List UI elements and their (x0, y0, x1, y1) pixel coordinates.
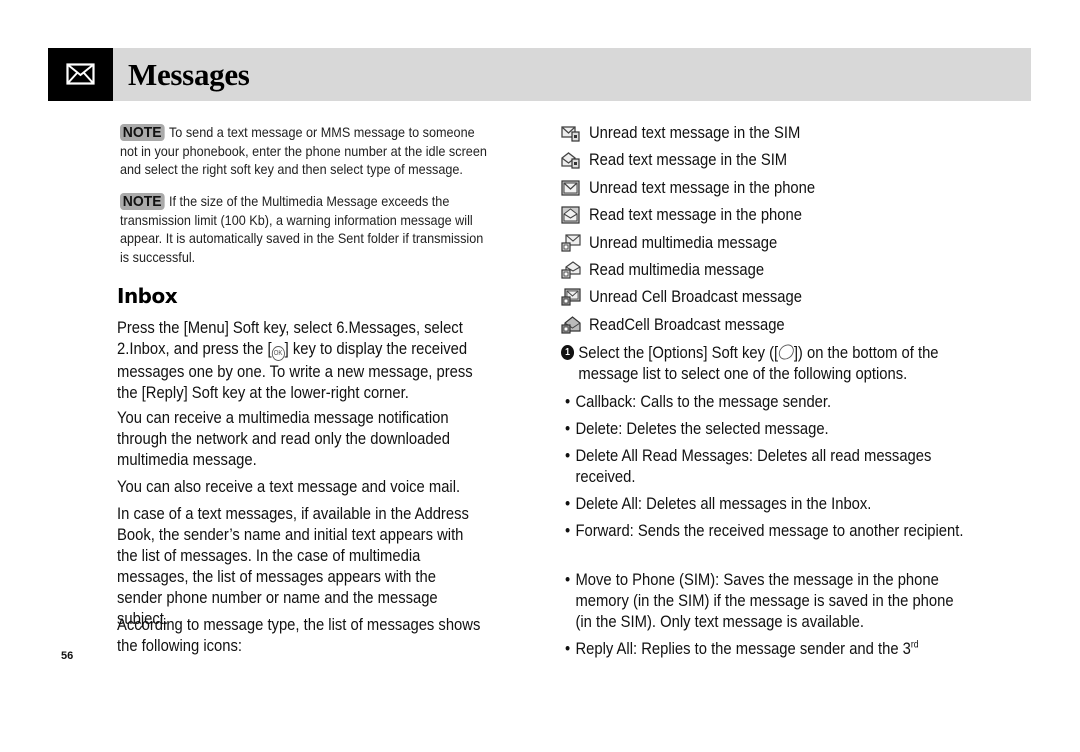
bullet: • (565, 639, 571, 658)
bullet: • (565, 446, 571, 465)
header-icon-box (48, 48, 113, 101)
note-1: NOTE To send a text message or MMS messag… (120, 124, 487, 180)
bullet: • (565, 570, 571, 589)
option-text: Delete: Deletes the selected message. (575, 419, 829, 438)
inbox-heading: Inbox (117, 284, 178, 308)
text: Select the [Options] Soft key ([ (578, 343, 779, 362)
bullet: • (565, 521, 571, 540)
section-header: Messages (48, 48, 1031, 101)
read-sim-message-icon (561, 152, 580, 169)
option-text: Move to Phone (SIM): Saves the message i… (575, 570, 954, 631)
read-cell-broadcast-icon (561, 316, 581, 334)
note-text: If the size of the Multimedia Message ex… (120, 194, 484, 265)
option-item: • Delete: Deletes the selected message. (565, 418, 965, 439)
inbox-paragraph-4: In case of a text messages, if available… (117, 504, 469, 628)
legend-label: Unread text message in the SIM (589, 123, 801, 142)
option-item: • Reply All: Replies to the message send… (565, 638, 965, 659)
page-title: Messages (128, 57, 250, 92)
bullet: • (565, 392, 571, 411)
option-text: Delete All Read Messages: Deletes all re… (575, 446, 932, 486)
inbox-paragraph-5: According to message type, the list of m… (117, 615, 481, 655)
text: Reply All: Replies to the message sender… (575, 639, 911, 658)
step-number-icon: 1 (561, 345, 575, 360)
step-1: 1 Select the [Options] Soft key ([]) on … (561, 341, 961, 384)
page-number: 56 (61, 650, 74, 662)
unread-phone-message-icon (561, 180, 580, 196)
legend-label: Unread text message in the phone (589, 178, 816, 197)
legend-label: Read text message in the phone (589, 205, 802, 224)
option-item: • Delete All Read Messages: Deletes all … (565, 445, 965, 487)
option-item: • Move to Phone (SIM): Saves the message… (565, 569, 965, 632)
unread-cell-broadcast-icon (561, 288, 581, 306)
envelope-icon (66, 63, 95, 85)
inbox-paragraph-2: You can receive a multimedia message not… (117, 408, 451, 469)
note-text: To send a text message or MMS message to… (120, 125, 487, 177)
legend-label: Unread multimedia message (589, 233, 778, 252)
option-item: • Callback: Calls to the message sender. (565, 391, 965, 412)
option-text: Callback: Calls to the message sender. (575, 392, 832, 411)
unread-multimedia-message-icon (561, 234, 581, 252)
option-text: Reply All: Replies to the message sender… (565, 638, 965, 659)
bullet: • (565, 419, 571, 438)
ok-key-icon: OK (271, 346, 285, 361)
note-badge: NOTE (120, 193, 165, 210)
legend-label: Unread Cell Broadcast message (589, 287, 802, 306)
read-phone-message-icon (561, 206, 580, 224)
option-item: • Forward: Sends the received message to… (565, 520, 965, 541)
step-text: Select the [Options] Soft key ([]) on th… (561, 341, 961, 384)
option-text: Delete All: Deletes all messages in the … (575, 494, 872, 513)
unread-sim-message-icon (561, 126, 580, 142)
inbox-paragraph-3: You can also receive a text message and … (117, 477, 461, 496)
legend-label: Read text message in the SIM (589, 150, 788, 169)
superscript: rd (910, 639, 919, 651)
note-2: NOTE If the size of the Multimedia Messag… (120, 193, 487, 267)
option-text: Forward: Sends the received message to a… (575, 521, 964, 540)
legend-label: Read multimedia message (589, 260, 765, 279)
read-multimedia-message-icon (561, 261, 581, 279)
bullet: • (565, 494, 571, 513)
option-item: • Delete All: Deletes all messages in th… (565, 493, 965, 514)
legend-label: ReadCell Broadcast message (589, 315, 785, 334)
inbox-paragraph-1: Press the [Menu] Soft key, select 6.Mess… (117, 317, 482, 403)
note-badge: NOTE (120, 124, 165, 141)
